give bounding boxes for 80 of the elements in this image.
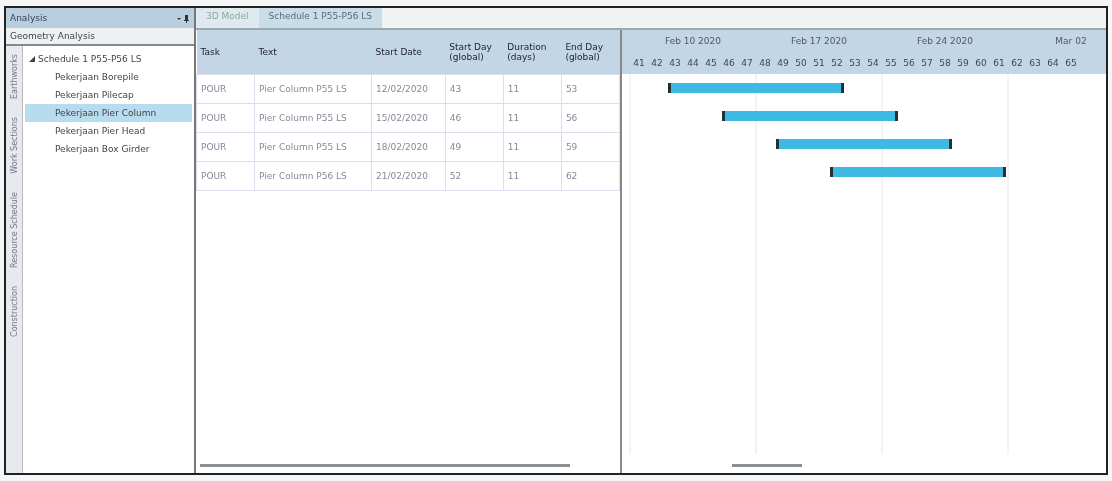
- week-label: Feb 10 2020: [664, 36, 722, 46]
- side-tab[interactable]: Resource Schedule: [9, 191, 19, 268]
- scrollbar-thumb[interactable]: [200, 464, 570, 467]
- task-bar[interactable]: [776, 139, 952, 149]
- task-bar[interactable]: [668, 83, 844, 93]
- day-number: 51: [812, 58, 826, 68]
- tree-item[interactable]: Pekerjaan Pilecap: [25, 86, 192, 104]
- column-header[interactable]: Task: [196, 30, 255, 75]
- pin-icon[interactable]: [176, 13, 190, 23]
- side-tab[interactable]: Construction: [9, 285, 19, 337]
- table-cell: 15/02/2020: [371, 103, 446, 133]
- table-cell: Pier Column P55 LS: [254, 103, 372, 133]
- day-number: 63: [1028, 58, 1042, 68]
- day-number: 45: [704, 58, 718, 68]
- day-number: 60: [974, 58, 988, 68]
- tree-item[interactable]: Pekerjaan Pier Column: [25, 104, 192, 122]
- panel-title: Analysis: [10, 13, 48, 23]
- table-cell: 53: [561, 74, 620, 104]
- day-number: 47: [740, 58, 754, 68]
- column-header[interactable]: Start Day (global): [445, 30, 504, 75]
- table-cell: 52: [445, 161, 504, 191]
- table-cell: 11: [503, 161, 562, 191]
- day-number: 46: [722, 58, 736, 68]
- table-cell: 12/02/2020: [371, 74, 446, 104]
- side-tab[interactable]: Work Sections: [9, 117, 19, 174]
- day-number: 65: [1064, 58, 1078, 68]
- day-number: 59: [956, 58, 970, 68]
- table-cell: 62: [561, 161, 620, 191]
- table-cell: 11: [503, 132, 562, 162]
- day-number: 48: [758, 58, 772, 68]
- table-cell: 11: [503, 74, 562, 104]
- scrollbar-thumb[interactable]: [732, 464, 802, 467]
- table-cell: POUR: [196, 161, 255, 191]
- day-number: 54: [866, 58, 880, 68]
- table-cell: Pier Column P56 LS: [254, 161, 372, 191]
- day-number: 64: [1046, 58, 1060, 68]
- day-number: 52: [830, 58, 844, 68]
- tree-item[interactable]: Schedule 1 P55-P56 LS: [25, 50, 192, 68]
- day-number: 53: [848, 58, 862, 68]
- week-label: Mar 02: [1054, 36, 1088, 46]
- table-cell: POUR: [196, 132, 255, 162]
- table-cell: POUR: [196, 103, 255, 133]
- table-cell: Pier Column P55 LS: [254, 74, 372, 104]
- day-number: 58: [938, 58, 952, 68]
- day-number: 41: [632, 58, 646, 68]
- table-cell: 49: [445, 132, 504, 162]
- week-label: Feb 24 2020: [916, 36, 974, 46]
- table-cell: 56: [561, 103, 620, 133]
- table-cell: 21/02/2020: [371, 161, 446, 191]
- column-header[interactable]: End Day (global): [561, 30, 620, 75]
- day-number: 43: [668, 58, 682, 68]
- table-cell: 11: [503, 103, 562, 133]
- table-cell: 18/02/2020: [371, 132, 446, 162]
- day-number: 61: [992, 58, 1006, 68]
- section-header: Geometry Analysis: [6, 28, 194, 46]
- day-number: 44: [686, 58, 700, 68]
- day-number: 42: [650, 58, 664, 68]
- column-header[interactable]: Text: [254, 30, 372, 75]
- day-number: 49: [776, 58, 790, 68]
- task-bar[interactable]: [830, 167, 1006, 177]
- document-tab[interactable]: Schedule 1 P55-P56 LS: [258, 8, 382, 28]
- tree-item[interactable]: Pekerjaan Borepile: [25, 68, 192, 86]
- tree-item[interactable]: Pekerjaan Pier Head: [25, 122, 192, 140]
- expand-triangle-icon[interactable]: [29, 56, 35, 62]
- side-tab[interactable]: Earthworks: [9, 54, 19, 99]
- day-number: 57: [920, 58, 934, 68]
- tree-item[interactable]: Pekerjaan Box Girder: [25, 140, 192, 158]
- day-number: 55: [884, 58, 898, 68]
- day-number: 50: [794, 58, 808, 68]
- table-cell: 59: [561, 132, 620, 162]
- table-cell: POUR: [196, 74, 255, 104]
- column-header[interactable]: Duration (days): [503, 30, 562, 75]
- week-label: Feb 17 2020: [790, 36, 848, 46]
- task-bar[interactable]: [722, 111, 898, 121]
- day-number: 62: [1010, 58, 1024, 68]
- table-cell: 43: [445, 74, 504, 104]
- table-cell: 46: [445, 103, 504, 133]
- day-number: 56: [902, 58, 916, 68]
- table-cell: Pier Column P55 LS: [254, 132, 372, 162]
- column-header[interactable]: Start Date: [371, 30, 446, 75]
